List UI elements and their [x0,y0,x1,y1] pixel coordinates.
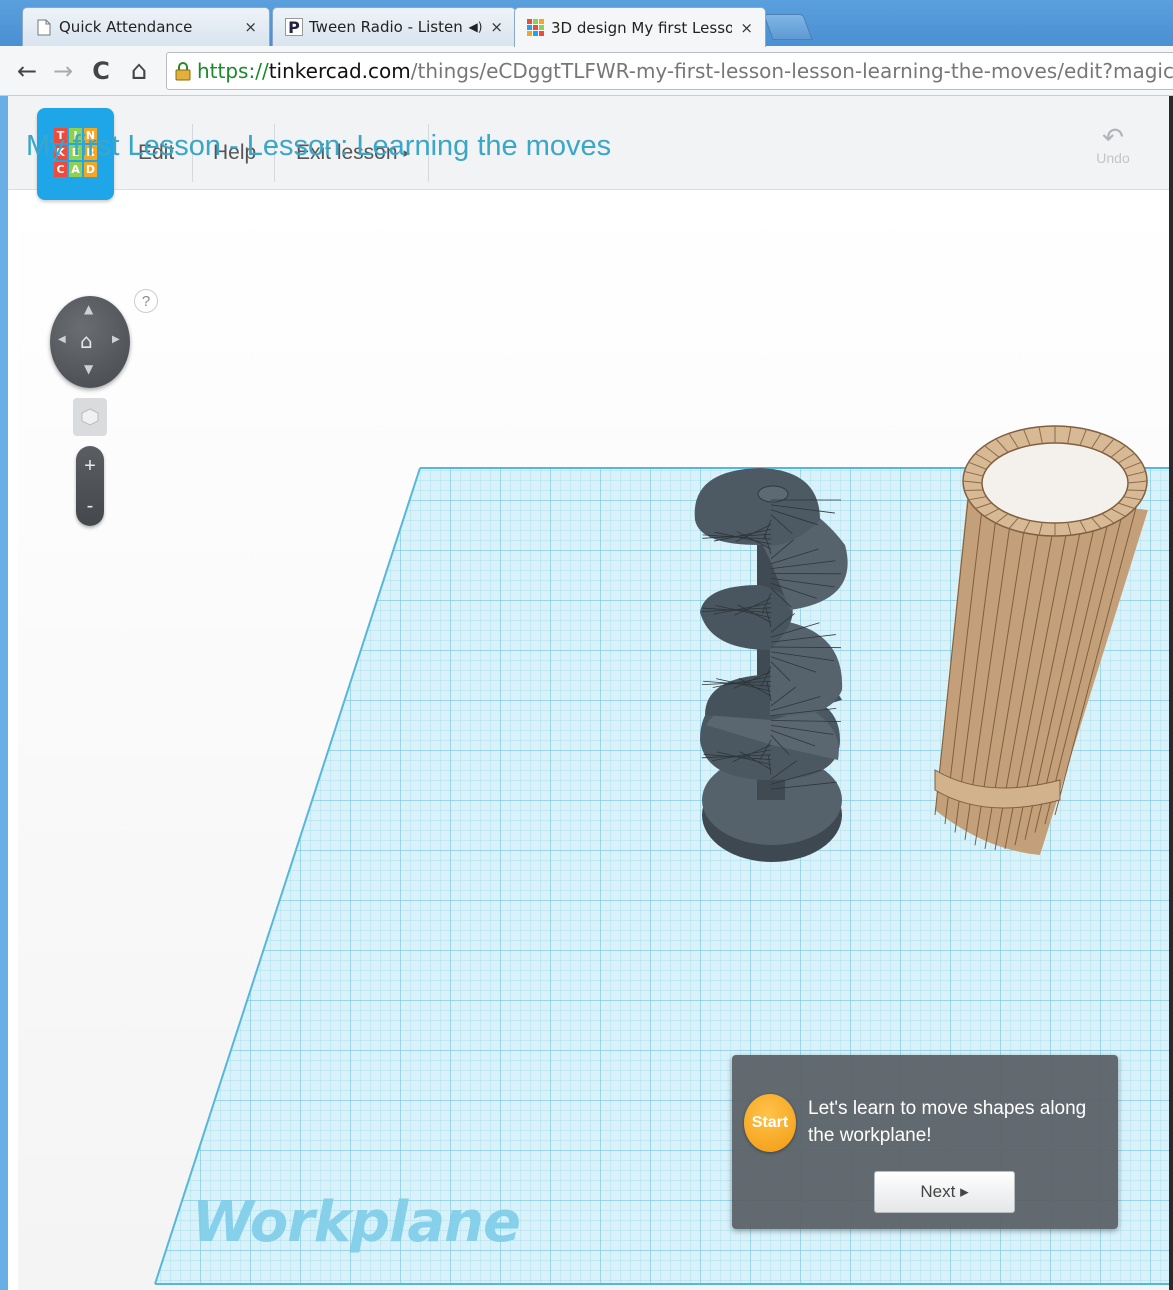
lesson-title: My first Lesson - Lesson: Learning the m… [26,130,612,162]
logo-letter: A [69,162,82,177]
orbit-left-icon[interactable]: ◀ [58,334,66,345]
orbit-up-icon[interactable]: ▲ [84,302,93,316]
ring-segment [1126,489,1146,492]
lesson-instruction-text: Let's learn to move shapes along the wor… [808,1098,1087,1146]
workplane-label: Workplane [192,1190,521,1255]
lesson-popup: Start Let's learn to move shapes along t… [732,1055,1118,1229]
next-button[interactable]: Next ▸ [874,1171,1015,1213]
logo-letter: C [54,162,67,177]
ring-segment [964,489,984,492]
home-view-button[interactable] [73,398,107,436]
orbit-home-icon[interactable]: ⌂ [80,329,93,353]
logo-letter: D [84,162,97,177]
start-badge: Start [744,1094,796,1152]
zoom-control: + - [76,446,104,526]
close-tab-icon[interactable]: × [740,19,753,37]
orbit-control[interactable]: ▲ ◀ ⌂ ▶ ▼ [50,296,130,388]
window-edge [1169,96,1173,1290]
cube-icon [81,408,99,426]
orbit-right-icon[interactable]: ▶ [112,334,120,345]
zoom-in-button[interactable]: + [76,446,104,486]
orbit-down-icon[interactable]: ▼ [84,362,93,376]
zoom-out-button[interactable]: - [76,486,104,526]
tab-title: 3D design My first Lesson [551,18,733,37]
view-help-icon[interactable]: ? [134,289,158,313]
tinkercad-grid-icon [527,18,545,37]
tab-3d-design[interactable]: 3D design My first Lesson × [514,7,766,47]
